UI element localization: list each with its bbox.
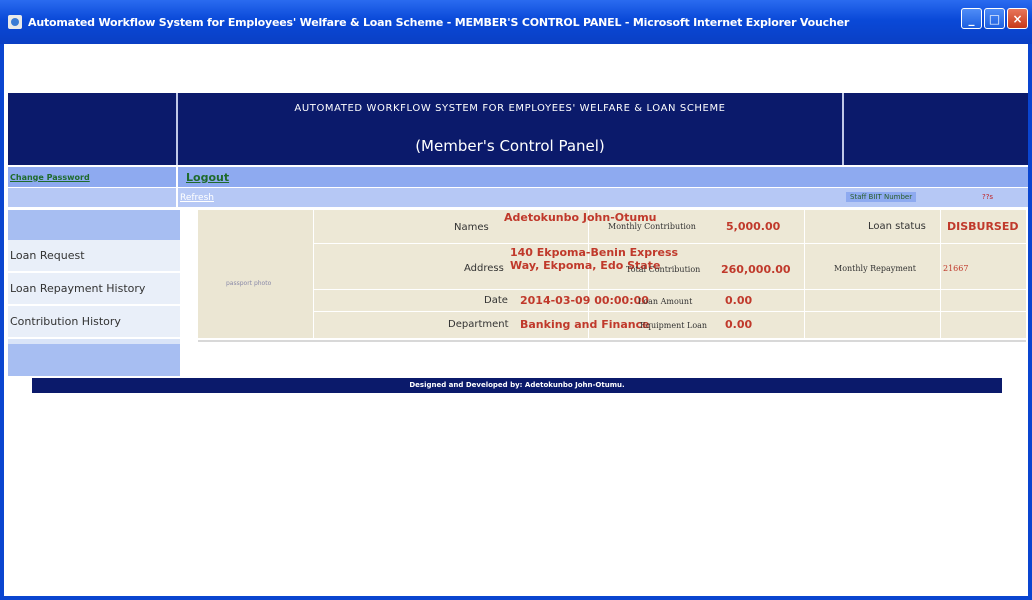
equipment-loan-label: Equipment Loan [640, 321, 708, 330]
window-frame-right [1028, 44, 1032, 600]
department-value: Banking and Finance [520, 318, 650, 331]
change-password-link[interactable]: Change Password [10, 173, 90, 182]
sidebar-item-label: Loan Request [10, 249, 85, 262]
page-footer: Designed and Developed by: Adetokunbo Jo… [32, 378, 1002, 393]
window-frame-left [0, 44, 4, 600]
info-row: Address 140 Ekpoma-Benin Express Way, Ek… [314, 244, 1026, 290]
date-label: Date [484, 295, 508, 306]
monthly-contribution-value: 5,000.00 [726, 220, 781, 233]
passport-photo-placeholder: passport photo [226, 280, 272, 287]
info-row: Department Banking and Finance Equipment… [314, 312, 1026, 338]
info-row: Names Adetokunbo John-Otumu Monthly Cont… [314, 210, 1026, 244]
sidebar-header [8, 210, 180, 240]
sub-bar-left-cell [8, 188, 178, 207]
header-right-cell [844, 93, 1028, 165]
sidebar-item-label: Contribution History [10, 315, 121, 328]
loan-amount-label: Loan Amount [638, 297, 693, 306]
sidebar-item-loan-repayment-history[interactable]: Loan Repayment History [8, 273, 180, 306]
app-title: AUTOMATED WORKFLOW SYSTEM FOR EMPLOYEES'… [294, 103, 726, 114]
staff-number-value: ??s [976, 192, 1000, 202]
sidebar-footer [8, 344, 180, 376]
passport-photo: passport photo [198, 210, 314, 338]
monthly-repayment-label: Monthly Repayment [834, 264, 917, 273]
staff-number-label: Staff BIIT Number [846, 192, 917, 202]
header-center-cell: AUTOMATED WORKFLOW SYSTEM FOR EMPLOYEES'… [178, 93, 844, 165]
loan-status-value: DISBURSED [947, 220, 1019, 233]
page-header: AUTOMATED WORKFLOW SYSTEM FOR EMPLOYEES'… [8, 93, 1028, 165]
loan-status-label: Loan status [868, 221, 926, 232]
monthly-repayment-value: 21667 [943, 264, 969, 273]
window-title-bar: Automated Workflow System for Employees'… [0, 0, 1032, 44]
department-label: Department [448, 319, 509, 330]
nav-bar: Change Password Logout [8, 167, 1028, 187]
names-label: Names [454, 222, 489, 233]
date-value: 2014-03-09 00:00:00 [520, 294, 649, 307]
sidebar-item-label: Loan Repayment History [10, 282, 146, 295]
window-frame-bottom [0, 596, 1032, 600]
minimize-button[interactable]: _ [961, 8, 982, 29]
sidebar-item-loan-request[interactable]: Loan Request [8, 240, 180, 273]
address-label: Address [464, 263, 504, 274]
header-left-cell [8, 93, 178, 165]
window-controls: _ □ × [961, 8, 1028, 29]
total-contribution-value: 260,000.00 [721, 263, 791, 276]
sidebar: Loan Request Loan Repayment History Cont… [8, 210, 180, 376]
close-button[interactable]: × [1007, 8, 1028, 29]
ie-icon [8, 15, 22, 29]
nav-right-cell: Logout [178, 167, 1028, 187]
logout-link[interactable]: Logout [186, 171, 229, 184]
loan-amount-value: 0.00 [725, 294, 753, 307]
sub-bar: Refresh Staff BIIT Number ??s [8, 188, 1028, 207]
equipment-loan-value: 0.00 [725, 318, 753, 331]
sidebar-item-contribution-history[interactable]: Contribution History [8, 306, 180, 339]
maximize-button[interactable]: □ [984, 8, 1005, 29]
total-contribution-label: Total Contribution [626, 265, 701, 274]
refresh-link[interactable]: Refresh [180, 193, 214, 203]
panel-divider [198, 340, 1026, 342]
page-subtitle: (Member's Control Panel) [415, 137, 605, 155]
info-row: Date 2014-03-09 00:00:00 Loan Amount 0.0… [314, 290, 1026, 312]
member-info-panel: passport photo Names Adetokunbo John-Otu… [198, 210, 1026, 338]
nav-left-cell: Change Password [8, 167, 178, 187]
window-title: Automated Workflow System for Employees'… [28, 15, 850, 29]
monthly-contribution-label: Monthly Contribution [608, 222, 696, 231]
